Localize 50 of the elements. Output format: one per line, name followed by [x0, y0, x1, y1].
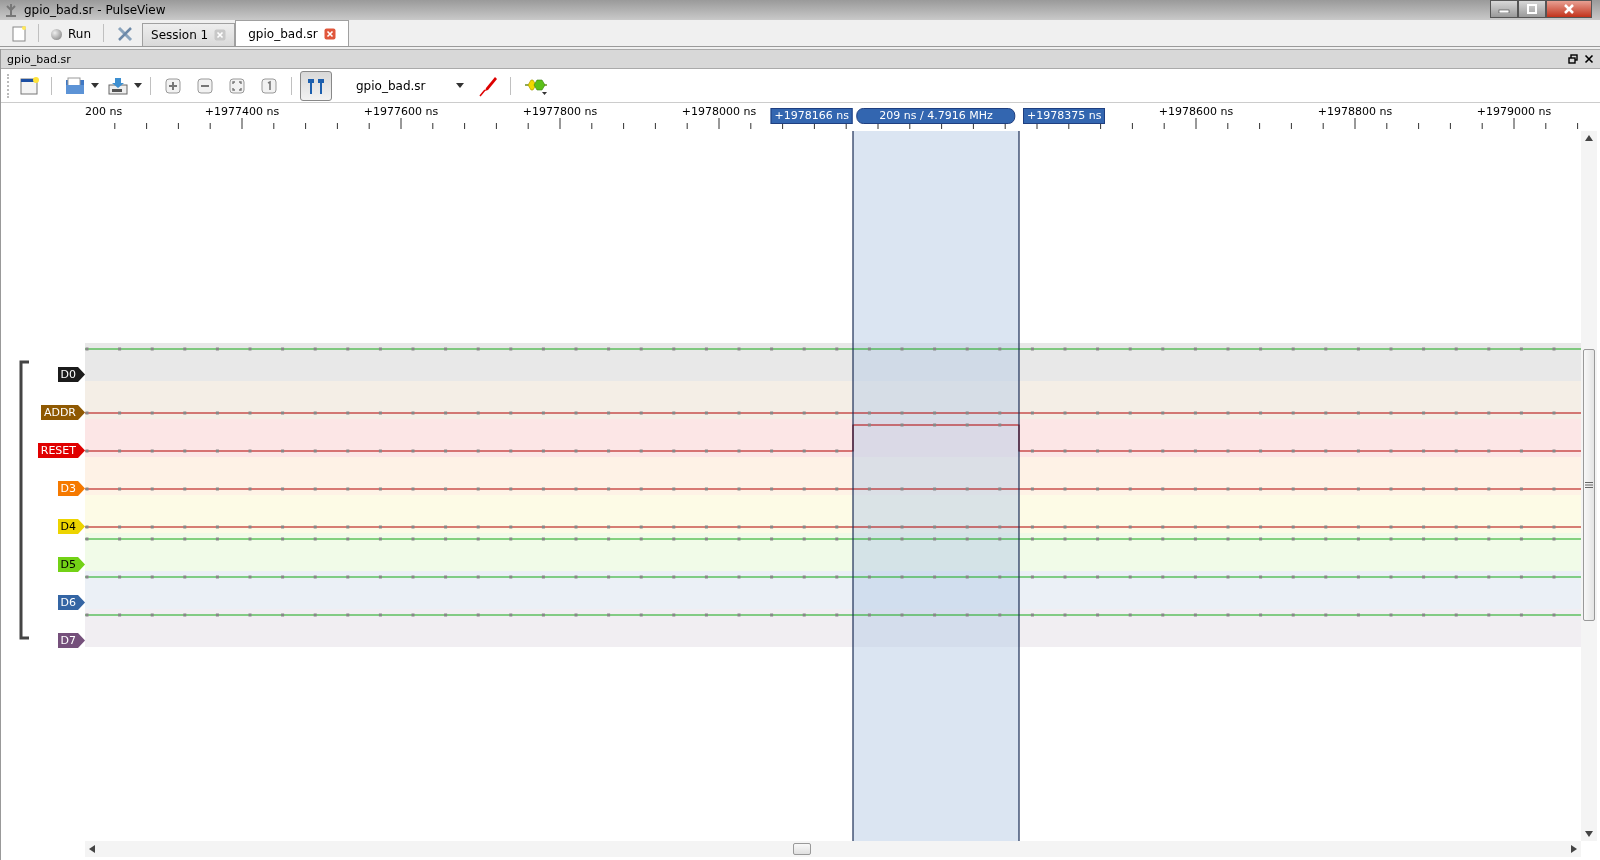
caret-icon[interactable] — [134, 83, 142, 88]
ruler-label: +1978600 ns — [1158, 105, 1234, 118]
close-icon — [1562, 3, 1576, 15]
tools-icon — [116, 25, 134, 43]
caret-icon[interactable] — [91, 83, 99, 88]
restore-icon — [1526, 3, 1538, 15]
right-arrow-icon[interactable] — [1571, 845, 1577, 853]
session-tab[interactable]: Session 1 — [142, 23, 236, 46]
horizontal-scrollbar[interactable] — [85, 841, 1581, 857]
close-button[interactable] — [1546, 0, 1592, 18]
float-icon[interactable] — [1568, 54, 1578, 64]
ruler-label: +1977800 ns — [522, 105, 598, 118]
tab-label[interactable]: gpio_bad.sr — [248, 26, 318, 41]
minimize-button[interactable] — [1490, 0, 1518, 18]
caret-icon — [455, 83, 464, 88]
run-button[interactable]: Run — [43, 22, 99, 46]
session-tab[interactable]: gpio_bad.sr — [235, 20, 349, 46]
restore-button[interactable] — [1518, 0, 1546, 18]
grip-icon — [1585, 482, 1593, 488]
ruler-label: +1977400 ns — [204, 105, 280, 118]
cursor-flag[interactable]: +1978375 ns — [1023, 108, 1106, 124]
device-dropdown[interactable]: gpio_bad.sr — [336, 78, 470, 93]
cursors-toggle-button[interactable] — [300, 70, 332, 101]
device-name[interactable]: gpio_bad.sr — [356, 78, 426, 93]
scroll-thumb[interactable] — [793, 843, 811, 855]
channel-label[interactable]: RESET — [37, 443, 85, 458]
tab-label[interactable]: Session 1 — [151, 28, 209, 42]
channel-label[interactable]: D7 — [57, 633, 85, 648]
cursor-flag[interactable]: +1978166 ns — [770, 108, 853, 124]
close-icon[interactable] — [1584, 54, 1594, 64]
ruler-label: +1977600 ns — [363, 105, 439, 118]
cursor-span-label[interactable]: 209 ns / 4.7916 MHz — [856, 108, 1016, 124]
document-icon — [12, 26, 26, 42]
app-icon — [4, 2, 18, 18]
channel-label[interactable]: D5 — [57, 557, 85, 572]
left-arrow-icon[interactable] — [89, 845, 95, 853]
ruler-label: 200 ns — [85, 105, 123, 118]
down-arrow-icon[interactable] — [1585, 831, 1593, 837]
channel-label[interactable]: ADDR — [40, 405, 85, 420]
session-title: gpio_bad.sr — [7, 52, 71, 66]
vertical-scrollbar[interactable] — [1581, 131, 1597, 841]
channel-label[interactable]: D4 — [57, 519, 85, 534]
ruler-label: +1978800 ns — [1317, 105, 1393, 118]
up-arrow-icon[interactable] — [1585, 135, 1593, 141]
channel-label[interactable]: D0 — [57, 367, 85, 382]
window-title: gpio_bad.sr - PulseView — [24, 3, 166, 17]
ruler-label: +1978000 ns — [681, 105, 757, 118]
channel-label[interactable]: D6 — [57, 595, 85, 610]
ruler-label: +1979000 ns — [1476, 105, 1552, 118]
scroll-thumb[interactable] — [1583, 349, 1595, 621]
